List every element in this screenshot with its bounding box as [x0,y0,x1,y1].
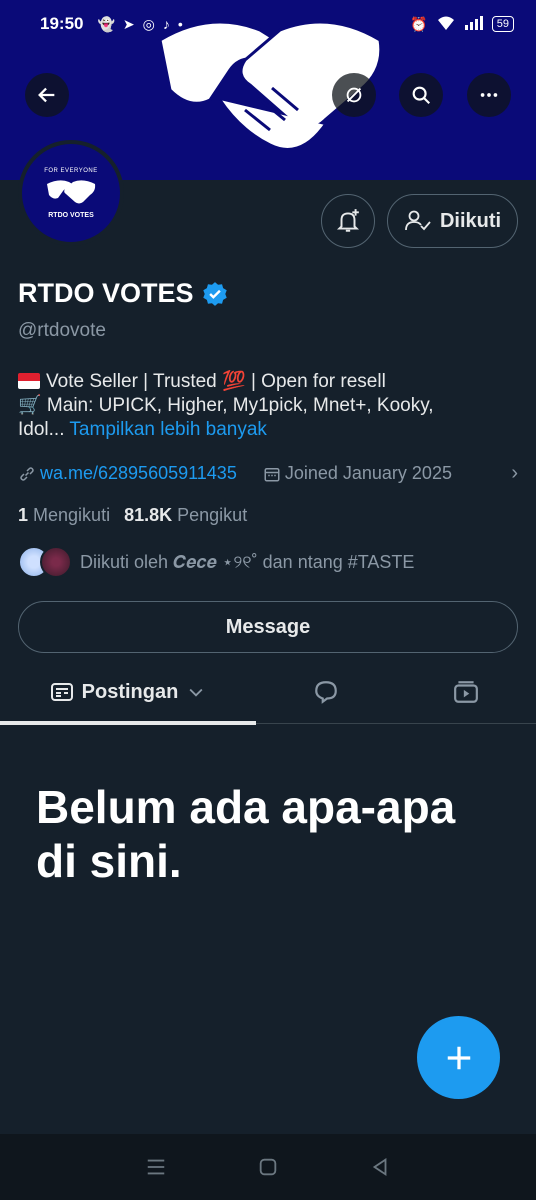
profile-bio: Vote Seller | Trusted 💯 | Open for resel… [18,370,518,442]
alarm-icon: ⏰ [410,15,428,32]
tab-posts[interactable]: Postingan [0,660,256,725]
telegram-icon: ➤ [122,15,135,32]
recents-menu-icon[interactable] [145,1156,167,1178]
system-nav-bar [0,1134,536,1200]
signal-icon [464,15,484,34]
more-icon [480,93,498,97]
notify-button[interactable] [321,194,375,248]
arrow-left-icon [38,87,55,103]
avatar[interactable]: FOR EVERYONE RTDO VOTES [18,140,124,246]
snapchat-icon: 👻 [97,15,115,32]
posts-icon [50,683,73,701]
tab-media[interactable] [440,660,492,724]
media-icon [454,681,478,703]
back-triangle-icon[interactable] [369,1156,391,1178]
link-icon [20,466,34,481]
profile-link[interactable]: wa.me/62895605911435 [40,463,237,484]
bio-line-2: 🛒 Main: UPICK, Higher, My1pick, Mnet+, K… [18,395,434,416]
following-label: Diikuti [439,209,502,232]
more-button[interactable] [467,73,511,117]
avatar-bottom-text: RTDO VOTES [48,211,94,219]
profile-name: RTDO VOTES [18,278,194,308]
active-tab-indicator [0,721,256,725]
battery-icon: 59 [491,16,514,32]
joined-date: Joined January 2025 [263,463,452,484]
system-icons: ⏰ 59 [410,15,514,34]
tiktok-icon: ♪ [162,16,170,32]
following-button[interactable]: Diikuti [387,194,518,248]
bell-plus-icon [336,209,360,232]
follower-avatar [40,546,72,578]
following-stat[interactable]: 1 Mengikuti [18,505,110,526]
profile-meta: wa.me/62895605911435 Joined January 2025… [18,462,518,485]
profile-handle: @rtdovote [18,320,106,341]
handshake-icon [47,179,96,203]
empty-state-title: Belum ada apa-apa di sini. [36,781,456,887]
dot-icon: • [177,16,183,32]
home-icon[interactable] [257,1156,279,1178]
calendar-icon [264,467,280,481]
tab-posts-label: Postingan [81,680,179,703]
chevron-right-icon[interactable]: › [511,462,518,485]
status-bar: 19:50 👻 ➤ ◎ ♪ • ⏰ 59 [0,0,536,48]
message-button[interactable]: Message [18,601,518,653]
notification-icons: 👻 ➤ ◎ ♪ • [97,16,182,33]
verified-badge-icon[interactable] [202,281,228,307]
compose-button[interactable] [417,1016,500,1099]
profile-name-row: RTDO VOTES [18,278,228,309]
back-button[interactable] [25,73,69,117]
bio-line-1: Vote Seller | Trusted 💯 | Open for resel… [18,370,518,394]
whatsapp-icon: ◎ [142,15,155,32]
grok-icon [346,87,362,103]
followers-stat[interactable]: 81.8K Pengikut [124,505,247,526]
profile-tabs: Postingan [0,660,536,725]
status-time: 19:50 [40,14,84,33]
wifi-icon [436,15,456,34]
avatar-logo: FOR EVERYONE RTDO VOTES [22,144,120,242]
grok-button[interactable] [332,73,376,117]
profile-stats: 1 Mengikuti 81.8K Pengikut [18,505,247,526]
reply-bubble-icon [315,681,337,704]
tab-replies[interactable] [300,660,352,724]
search-icon [412,86,430,104]
followed-by[interactable]: Diikuti oleh 𝑪𝒆𝒄𝒆 ⋆୨୧˚ dan ntang #TASTE [18,546,414,578]
user-check-icon [405,210,431,231]
indonesia-flag-icon [18,373,40,389]
search-button[interactable] [399,73,443,117]
show-more-link[interactable]: Tampilkan lebih banyak [69,419,267,440]
chevron-down-icon [189,688,203,697]
avatar-top-text: FOR EVERYONE [44,167,98,174]
bio-line-3: Idol... Tampilkan lebih banyak [18,419,267,440]
followed-by-text: Diikuti oleh 𝑪𝒆𝒄𝒆 ⋆୨୧˚ dan ntang #TASTE [80,551,415,572]
plus-icon [447,1046,470,1069]
